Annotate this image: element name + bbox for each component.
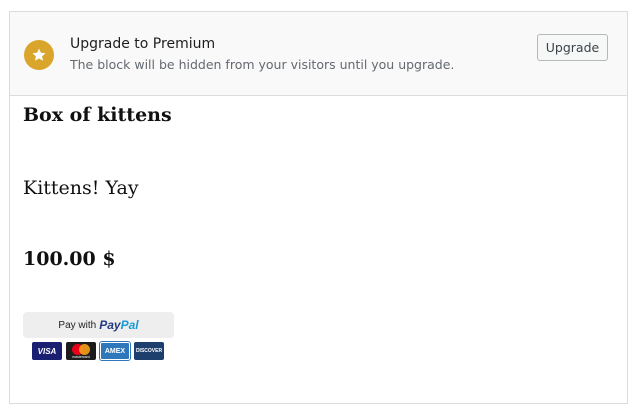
product-price: 100.00 $ <box>23 248 116 270</box>
paypal-logo: PayPal <box>99 318 138 332</box>
visa-icon: VISA <box>32 342 62 360</box>
paypal-logo-pal: Pal <box>120 318 139 332</box>
mastercard-icon: mastercard <box>66 342 96 360</box>
discover-icon: DISCOVER <box>134 342 164 360</box>
product-description: Kittens! Yay <box>23 177 139 199</box>
paypal-logo-pay: Pay <box>99 318 121 332</box>
upgrade-notice: Upgrade to Premium The block will be hid… <box>10 12 627 96</box>
product-title: Box of kittens <box>23 104 172 126</box>
upgrade-button[interactable]: Upgrade <box>537 34 608 61</box>
premium-block-preview: Upgrade to Premium The block will be hid… <box>9 11 628 404</box>
accepted-cards: VISA mastercard AMEX DISCOVER <box>32 341 164 361</box>
star-icon <box>24 40 54 70</box>
notice-title: Upgrade to Premium <box>70 36 216 52</box>
pay-with-label: Pay with <box>58 319 97 331</box>
notice-text: The block will be hidden from your visit… <box>70 57 455 72</box>
amex-icon: AMEX <box>99 341 131 361</box>
paypal-button[interactable]: Pay with PayPal <box>23 312 174 338</box>
mastercard-label: mastercard <box>72 355 90 359</box>
